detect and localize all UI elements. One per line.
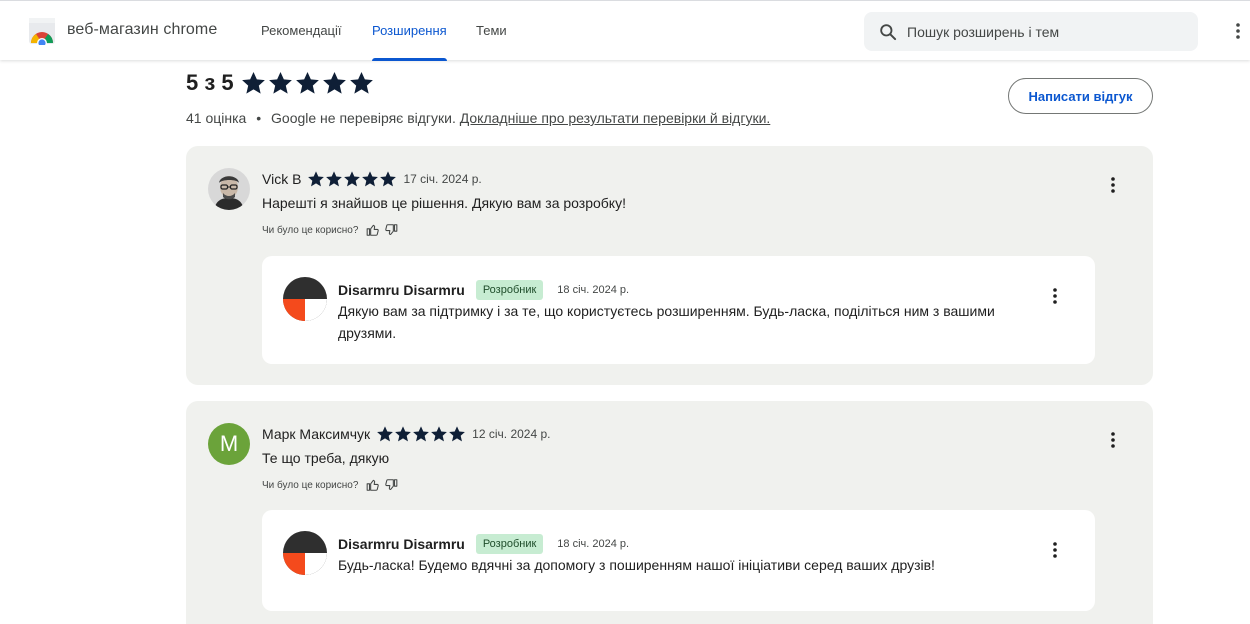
reply-header: Disarmru Disarmru Розробник 18 січ. 2024… [338, 280, 629, 300]
reply-date: 18 січ. 2024 р. [557, 538, 630, 550]
developer-avatar-icon [283, 531, 327, 575]
write-review-button[interactable]: Написати відгук [1008, 78, 1153, 114]
rating-text: 5 з 5 [186, 70, 234, 95]
reply-header: Disarmru Disarmru Розробник 18 січ. 2024… [338, 534, 629, 554]
developer-reply: Disarmru Disarmru Розробник 18 січ. 2024… [262, 510, 1095, 611]
review-stars [376, 425, 466, 443]
chrome-web-store-logo[interactable] [28, 17, 56, 45]
star-icon [380, 171, 397, 187]
review-header: Марк Максимчук 12 січ. 2024 р. [262, 425, 550, 443]
separator-dot: • [256, 110, 262, 126]
search-input[interactable] [907, 12, 1187, 51]
top-bar: веб-магазин chrome Рекомендації Розширен… [0, 0, 1250, 61]
tab-themes[interactable]: Теми [476, 1, 507, 60]
star-icon [295, 71, 319, 94]
star-icon [413, 426, 430, 442]
rating-stars [240, 70, 375, 96]
review-stars [307, 170, 397, 188]
star-icon [349, 71, 373, 94]
reviewer-name: Vick B [262, 171, 302, 187]
star-icon [362, 171, 379, 187]
review-text: Те що треба, дякую [262, 450, 390, 466]
reply-text: Будь-ласка! Будемо вдячні за допомогу з … [338, 557, 935, 573]
helpful-label: Чи було це корисно? [262, 479, 359, 491]
star-icon [322, 71, 346, 94]
search-box[interactable] [864, 12, 1198, 51]
more-vert-icon[interactable] [1103, 430, 1123, 450]
review-date: 12 січ. 2024 р. [472, 427, 551, 441]
helpful-label: Чи було це корисно? [262, 224, 359, 236]
reviewer-name: Марк Максимчук [262, 426, 371, 442]
review-card: Vick B 17 січ. 2024 р. Нарешті я знайшов… [186, 146, 1153, 385]
reply-text: Дякую вам за підтримку і за те, що корис… [338, 303, 995, 341]
thumb-down-icon[interactable] [384, 223, 398, 237]
star-icon [395, 426, 412, 442]
user-photo-icon [208, 168, 250, 210]
rating-summary: 5 з 5 [186, 69, 375, 97]
rating-count: 41 оцінка [186, 110, 247, 126]
review-date: 17 січ. 2024 р. [403, 172, 482, 186]
more-vert-icon[interactable] [1228, 21, 1248, 41]
thumb-up-icon[interactable] [366, 478, 380, 492]
star-icon [241, 71, 265, 94]
developer-name: Disarmru Disarmru [338, 536, 465, 552]
review-card: M Марк Максимчук 12 січ. 2024 р. Те що т… [186, 401, 1153, 624]
rating-meta: 41 оцінка • Google не перевіряє відгуки.… [186, 110, 770, 126]
more-vert-icon[interactable] [1045, 286, 1065, 306]
avatar: M [208, 423, 250, 465]
review-disclaimer: Google не перевіряє відгуки. [271, 110, 456, 126]
star-icon [449, 426, 466, 442]
store-brand[interactable]: веб-магазин chrome [67, 21, 217, 39]
thumb-up-icon[interactable] [366, 223, 380, 237]
star-icon [268, 71, 292, 94]
reply-date: 18 січ. 2024 р. [557, 284, 630, 296]
tab-extensions[interactable]: Розширення [372, 1, 447, 61]
developer-reply: Disarmru Disarmru Розробник 18 січ. 2024… [262, 256, 1095, 364]
star-icon [326, 171, 343, 187]
developer-avatar-icon [283, 277, 327, 321]
thumb-down-icon[interactable] [384, 478, 398, 492]
more-vert-icon[interactable] [1045, 540, 1065, 560]
developer-badge: Розробник [475, 534, 544, 554]
learn-more-link[interactable]: Докладніше про результати перевірки й ві… [460, 110, 771, 126]
more-vert-icon[interactable] [1103, 175, 1123, 195]
star-icon [431, 426, 448, 442]
developer-name: Disarmru Disarmru [338, 282, 465, 298]
developer-badge: Розробник [475, 280, 544, 300]
helpful-prompt: Чи було це корисно? [262, 478, 398, 492]
tab-recommendations[interactable]: Рекомендації [261, 1, 342, 60]
search-icon[interactable] [878, 22, 898, 42]
star-icon [344, 171, 361, 187]
review-text: Нарешті я знайшов це рішення. Дякую вам … [262, 195, 626, 211]
avatar [208, 168, 250, 210]
star-icon [308, 171, 325, 187]
star-icon [377, 426, 394, 442]
helpful-prompt: Чи було це корисно? [262, 223, 398, 237]
review-header: Vick B 17 січ. 2024 р. [262, 170, 482, 188]
